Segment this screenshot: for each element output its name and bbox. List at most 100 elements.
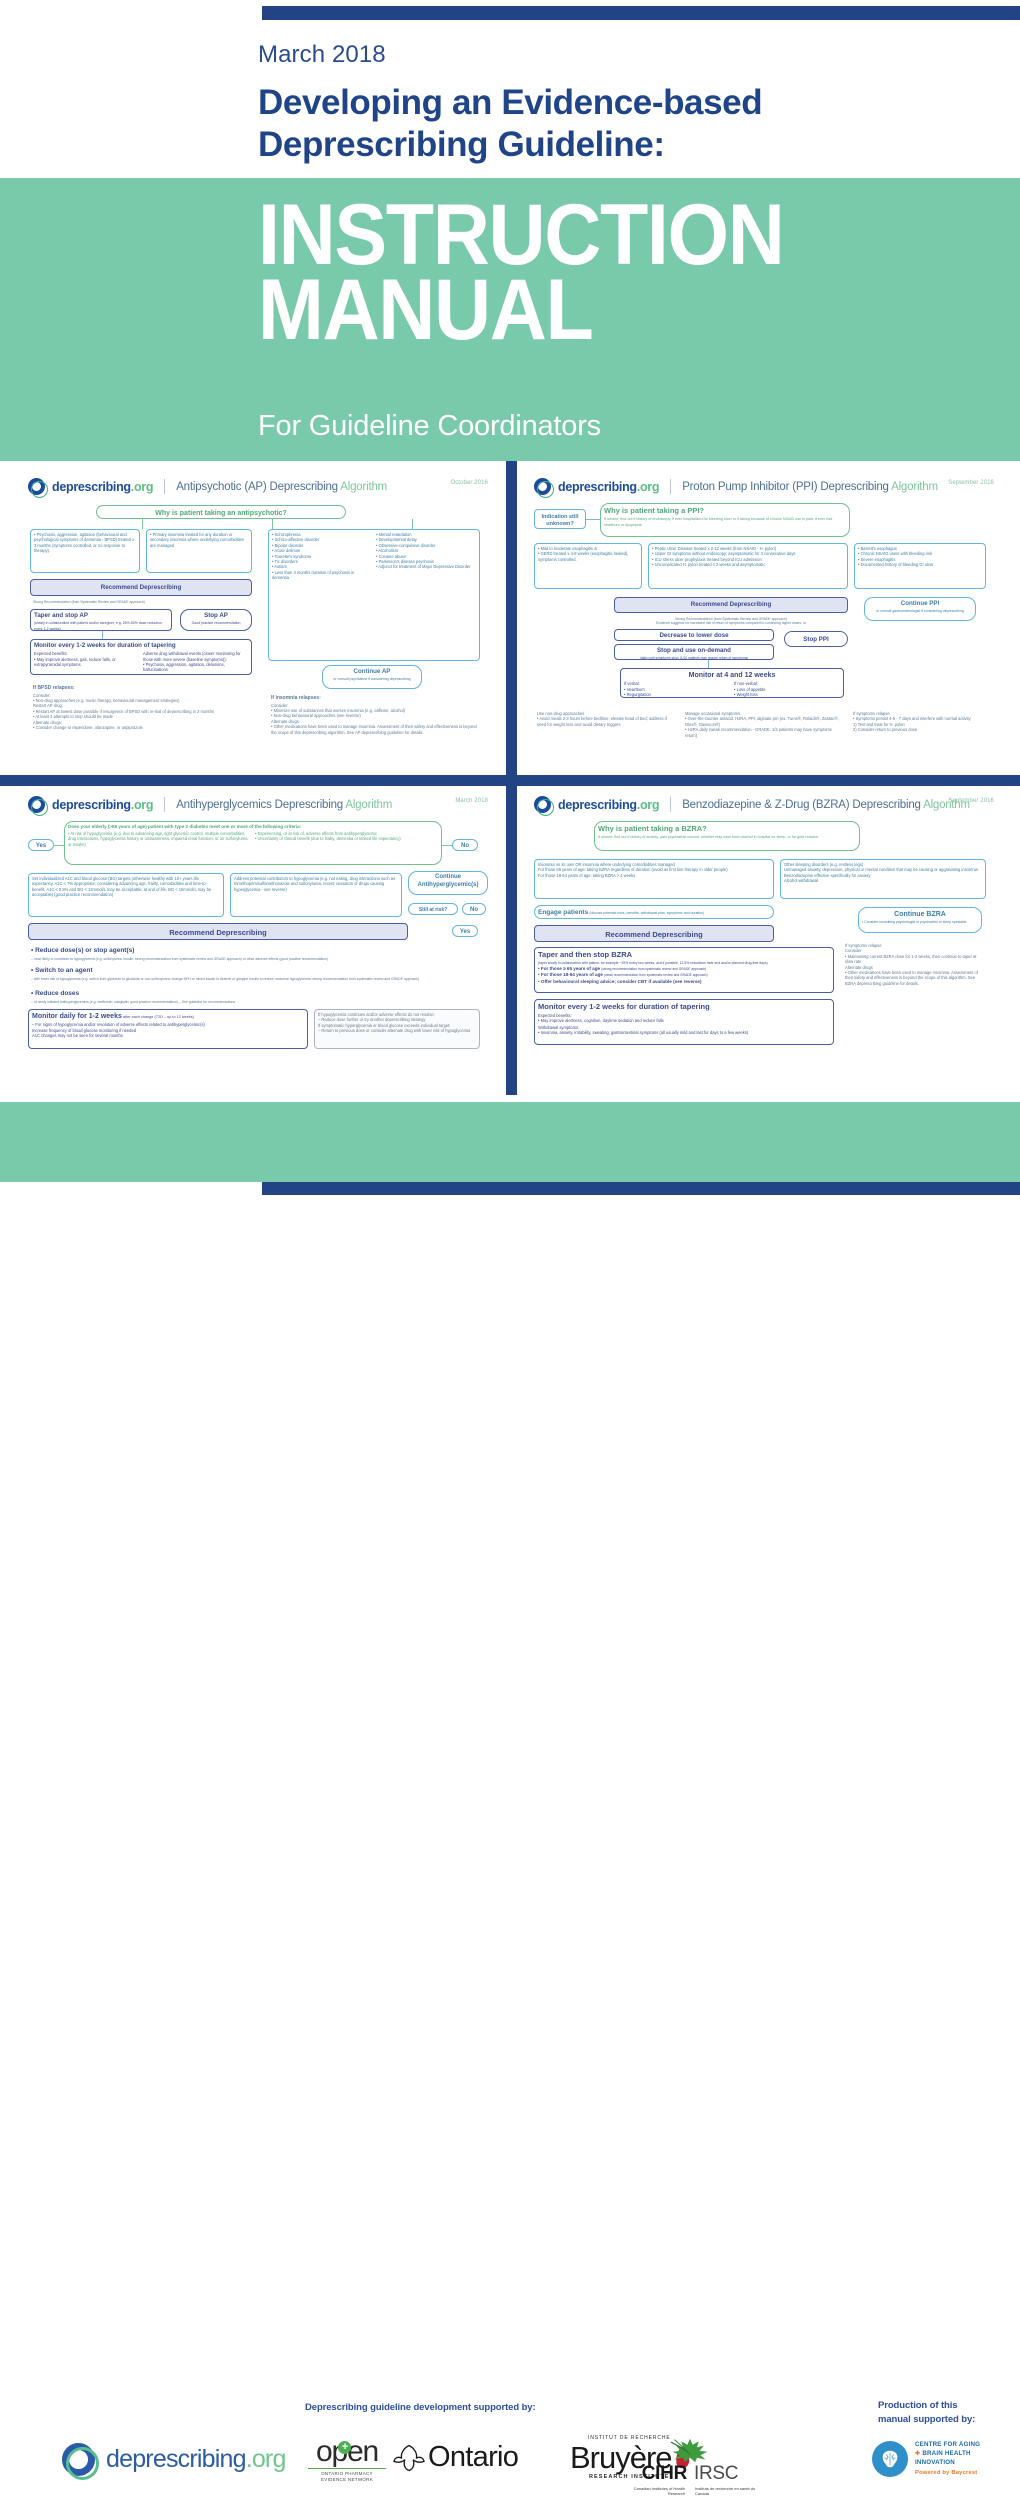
node-col1: • Mild to moderate esophagitis or • GERD… — [534, 543, 642, 589]
deprescribing-ring-icon — [534, 478, 554, 498]
node-question: Why is patient taking a BZRA? If unsure,… — [594, 821, 860, 851]
top-accent-bar — [262, 6, 1020, 20]
cihr-fr: IRSC — [694, 2463, 739, 2484]
node-recommend-note: Strong Recommendation (from Systematic R… — [33, 600, 145, 604]
node-still-at-risk: Still at risk? — [408, 903, 458, 915]
monitor-expected: Expected benefits: • May improve alertne… — [34, 651, 116, 667]
monitor-expected: Expected benefits: • May improve alertne… — [538, 1012, 664, 1024]
node-recommend-deprescribing: Recommend Deprescribing — [534, 925, 774, 942]
brand-wordmark: deprescribing.org — [558, 797, 660, 812]
cabhi-line3: INNOVATION — [915, 2459, 955, 2467]
node-question: Why is patient taking a PPI? If unsure, … — [600, 503, 850, 537]
connector — [272, 519, 273, 529]
node-recommend-deprescribing: Recommend Deprescribing — [30, 579, 252, 596]
node-monitor: Monitor every 1-2 weeks for duration of … — [30, 639, 252, 675]
node-engage-patients: Engage patients (discuss potential risks… — [534, 905, 774, 919]
logo-ontario: Ontario — [392, 2441, 519, 2474]
publication-date: March 2018 — [258, 41, 386, 68]
node-indication-right: • Primary insomnia treated for any durat… — [146, 529, 252, 573]
cihr-sub-en: Canadian Institutes of Health Research — [633, 2486, 685, 2496]
node-occasional: Manage occasional symptoms • Over-the-co… — [685, 711, 839, 738]
node-relapse: If symptoms relapse Consider • Maintaini… — [845, 943, 978, 986]
node-recommend-note: Strong Recommendation (from Systematic R… — [655, 617, 807, 626]
panel-date: September 2016 — [948, 798, 994, 804]
panel-date: September 2016 — [948, 480, 994, 486]
panel-header: deprescribing.org Proton Pump Inhibitor … — [528, 472, 1002, 498]
logo-cabhi: CENTRE FOR AGING ✚ BRAIN HEALTH INNOVATI… — [872, 2441, 980, 2477]
node-monitor: Monitor every 1-2 weeks for duration of … — [534, 999, 834, 1045]
cihr-wordmarks: CIHR IRSC — [600, 2463, 780, 2485]
connector — [412, 519, 413, 529]
node-continue-indications: • Schizophrenia • Schizo-affective disor… — [268, 529, 480, 661]
footer-right-label-line1: Production of this — [878, 2400, 958, 2411]
footer-right-label-line2: manual supported by: — [878, 2413, 976, 2425]
cihr-en: CIHR — [641, 2463, 688, 2484]
open-subtext: ONTARIO PHARMACY EVIDENCE NETWORK — [320, 2471, 374, 2483]
algorithm-panel-bzra: deprescribing.org Benzodiazepine & Z-Dru… — [528, 790, 1002, 1086]
connector — [142, 519, 143, 529]
monitor-adverse: Adverse drug withdrawal events (closer m… — [143, 651, 241, 673]
node-nondrug: Use non-drug approaches • Avoid meals 2-… — [537, 711, 667, 727]
panel-header: deprescribing.org Benzodiazepine & Z-Dru… — [528, 790, 1002, 816]
footer-right-label: Production of this manual supported by: — [878, 2399, 975, 2427]
panel-date: October 2016 — [450, 480, 488, 486]
node-stop-ap: Stop AP Good practice recommendation — [180, 609, 252, 631]
node-relapse: If symptoms relapse • Symptoms persist 4… — [853, 711, 971, 733]
continue-col-2: • Mental retardation • Developmental del… — [376, 532, 471, 570]
algorithm-panel-ppi: deprescribing.org Proton Pump Inhibitor … — [528, 472, 1002, 768]
deprescribing-ring-icon — [28, 796, 48, 816]
cihr-sub-fr: Instituts de recherche en santé du Canad… — [695, 2486, 756, 2496]
node-monitor: Monitor at 4 and 12 weeks If verbal: • H… — [620, 668, 844, 698]
header-divider — [670, 797, 672, 812]
node-action-1: • Reduce dose(s) or stop agent(s) – most… — [31, 947, 329, 961]
node-assess-left: Set individualized A1C and blood glucose… — [28, 873, 224, 917]
logo-open: open + ONTARIO PHARMACY EVIDENCE NETWORK — [308, 2437, 386, 2483]
taper-bullet-3: • Offer behavioural sleeping advice; con… — [538, 978, 702, 984]
node-assess-right: Address potential contributors to hypogl… — [230, 873, 402, 917]
node-yes-left: Yes — [28, 839, 54, 851]
page-title-line1: Developing an Evidence-based — [258, 83, 763, 123]
logo-deprescribing-org: deprescribing.org — [62, 2443, 286, 2480]
connector — [708, 660, 709, 668]
node-bpsd-relapse: If BPSD relapses: Consider: • Non-drug a… — [33, 685, 214, 730]
ontario-wordmark: Ontario — [428, 2441, 519, 2473]
panel-title: Antihyperglycemics Deprescribing Algorit… — [176, 798, 393, 811]
brand-wordmark: deprescribing.org — [52, 479, 154, 494]
connector — [102, 631, 103, 639]
header-divider — [164, 479, 166, 494]
brain-icon — [882, 2450, 898, 2468]
logo-cihr-irsc: CIHR IRSC Canadian Institutes of Health … — [600, 2437, 780, 2496]
node-stop-ppi: Stop PPI — [784, 631, 848, 647]
trillium-icon — [393, 2444, 425, 2471]
node-action-3: • Reduce doses – of newly initiated anti… — [31, 990, 236, 1004]
node-stop-on-demand: Stop and use on-demand (daily until symp… — [614, 644, 774, 660]
connector — [54, 845, 64, 846]
node-no-right: No — [452, 839, 478, 851]
brain-circle-icon — [872, 2441, 908, 2477]
panel-title: Antipsychotic (AP) Deprescribing Algorit… — [176, 480, 388, 493]
cabhi-line1: CENTRE FOR AGING — [915, 2441, 981, 2449]
grid-horizontal-divider — [0, 775, 1020, 786]
footer-left-label: Deprescribing guideline development supp… — [305, 2402, 536, 2413]
brand-wordmark: deprescribing.org — [52, 797, 154, 812]
monitor-nonverbal: If non-verbal: • Loss of appetite • Weig… — [734, 681, 766, 698]
connector — [586, 519, 600, 520]
panel-title: Proton Pump Inhibitor (PPI) Deprescribin… — [682, 480, 938, 493]
node-no-2: No — [462, 903, 486, 915]
deprescribing-ring-icon — [534, 796, 554, 816]
node-decrease-dose: Decrease to lower dose — [614, 629, 774, 641]
cabhi-text: CENTRE FOR AGING ✚ BRAIN HEALTH INNOVATI… — [915, 2441, 980, 2477]
deprescribing-ring-icon — [62, 2443, 99, 2480]
criteria-right: • Experiencing, or at risk of, adverse e… — [255, 831, 401, 842]
header-divider — [670, 479, 672, 494]
node-col1: Insomnia on its own OR insomnia where un… — [534, 859, 774, 899]
node-recommend-deprescribing: Recommend Deprescribing — [28, 923, 408, 940]
cover-header: March 2018 Developing an Evidence-based … — [258, 41, 998, 165]
node-indication-left: • Psychosis, aggression, agitation (beha… — [30, 529, 140, 573]
monitor-verbal: If verbal: • Heartburn • Regurgitation •… — [624, 681, 651, 698]
cabhi-powered: Powered by Baycrest — [915, 2469, 978, 2476]
node-recommend-deprescribing: Recommend Deprescribing — [614, 597, 848, 613]
monitor-title: Monitor daily for 1-2 weeks after each c… — [32, 1013, 194, 1020]
cabhi-line2: BRAIN HEALTH — [922, 2450, 971, 2458]
plus-icon: ✚ — [915, 2450, 921, 2458]
